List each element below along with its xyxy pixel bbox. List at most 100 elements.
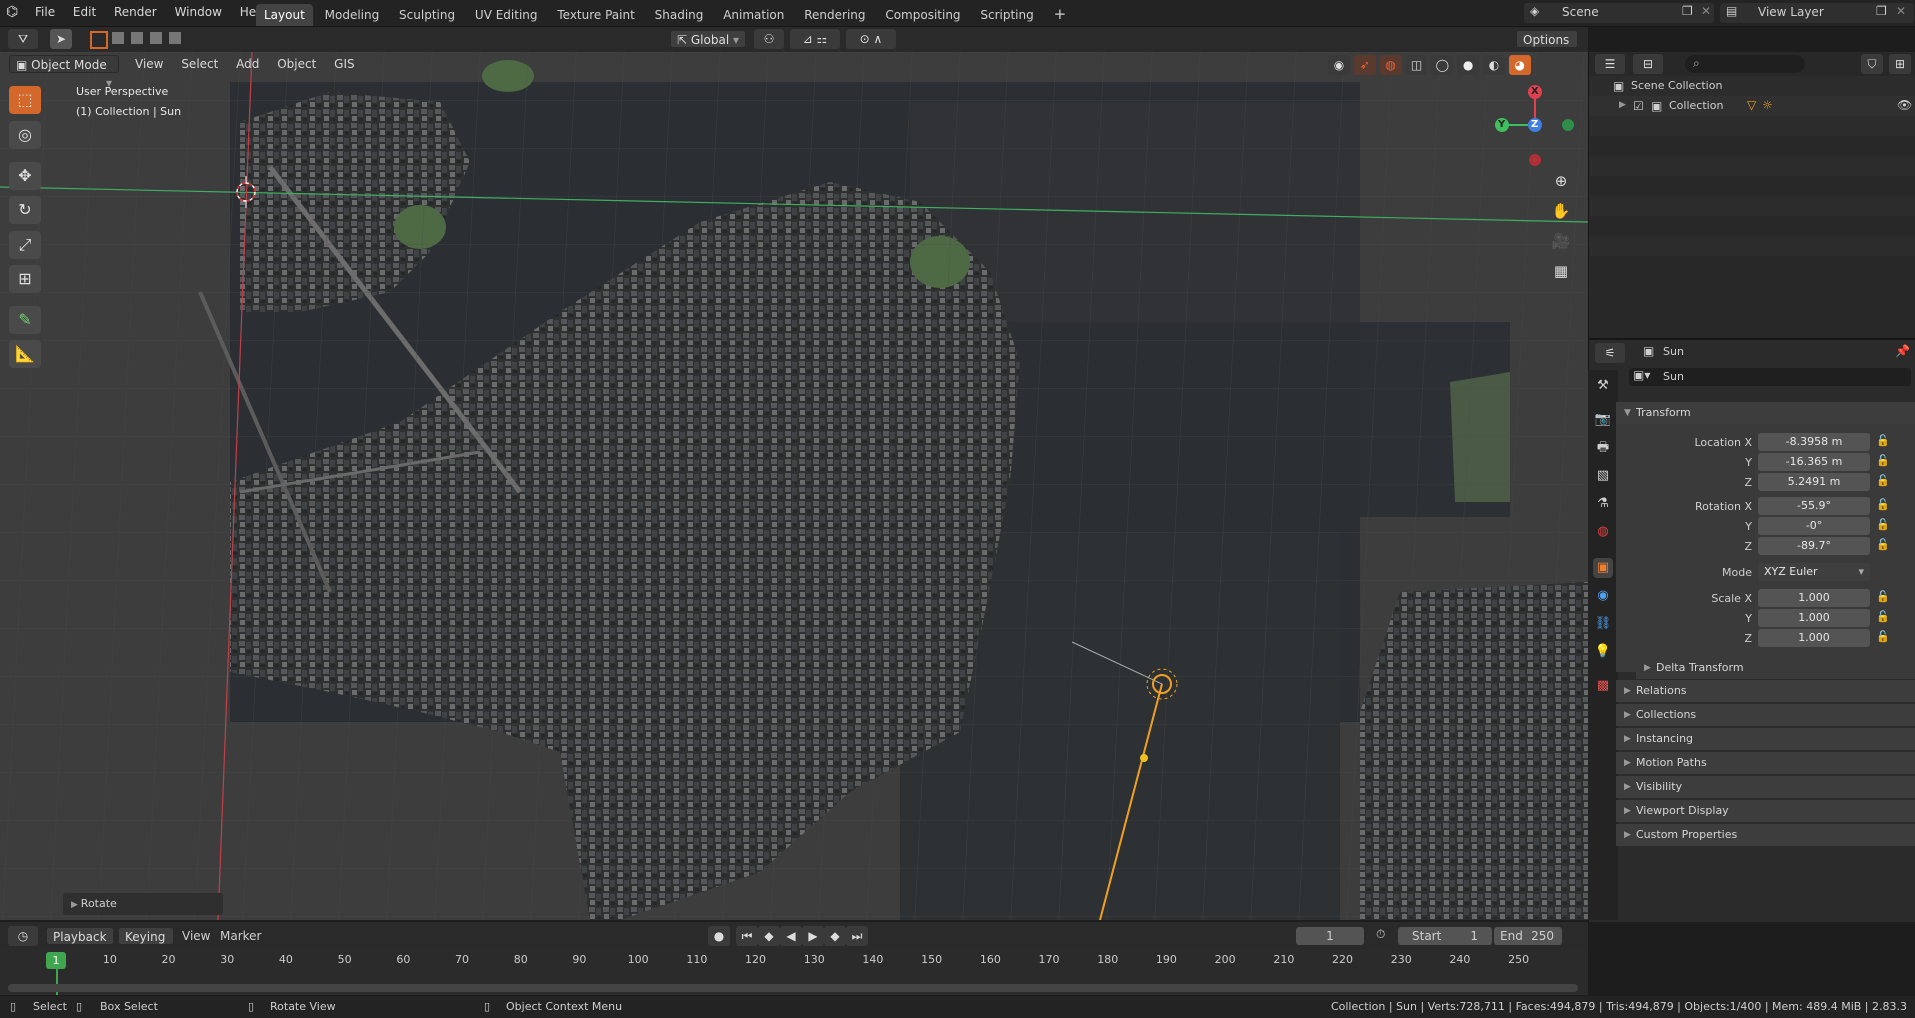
lock-icon[interactable]: 🔓 xyxy=(1876,610,1890,623)
jump-start-icon[interactable]: ⏮ xyxy=(736,926,758,946)
menu-marker[interactable]: Marker xyxy=(220,929,261,943)
keying-dropdown[interactable]: Keying ▾ xyxy=(118,927,174,962)
3d-viewport[interactable]: ▣ Object Mode ▾ View Select Add Object GI… xyxy=(0,52,1588,920)
lock-icon[interactable]: 🔓 xyxy=(1876,630,1890,643)
next-keyframe-icon[interactable]: ◆ xyxy=(824,926,846,946)
lock-icon[interactable]: 🔓 xyxy=(1876,434,1890,447)
playhead[interactable]: 1 xyxy=(46,952,66,969)
location-z-field[interactable]: 5.2491 m xyxy=(1758,473,1870,491)
delta-transform-panel[interactable]: ▶ Delta Transform xyxy=(1636,657,1915,679)
gizmo-icon[interactable]: ➶ xyxy=(1353,55,1376,75)
expand-arrow-icon[interactable]: ▶ xyxy=(1619,100,1626,110)
lock-icon[interactable]: 🔓 xyxy=(1876,498,1890,511)
menu-gis[interactable]: GIS xyxy=(327,55,361,73)
view-layer-selector[interactable]: ▤ View Layer ❐ ✕ xyxy=(1720,3,1914,23)
snapping-icon[interactable]: ⊿ ⚏ xyxy=(790,29,840,49)
start-frame-field[interactable]: Start 1 xyxy=(1398,927,1492,945)
copy-view-layer-icon[interactable]: ❐ xyxy=(1876,4,1887,18)
clock-icon[interactable]: ⏱ xyxy=(1376,927,1385,942)
location-y-field[interactable]: -16.365 m xyxy=(1758,453,1870,471)
tab-sculpting[interactable]: Sculpting xyxy=(391,4,463,26)
editor-type-icon[interactable]: ⛛ xyxy=(8,29,38,49)
current-frame-field[interactable]: 1 xyxy=(1296,927,1364,945)
frame-ruler[interactable]: 10 20 30 40 50 60 70 80 90 100 110 120 130 140 150 160 1… xyxy=(0,950,1588,970)
list-item[interactable]: ▶ ☑ ▣ Collection ▽ ☼ 👁 xyxy=(1589,96,1915,116)
transform-orientation-dropdown[interactable]: ⇱ Global ▾ xyxy=(670,30,746,48)
play-icon[interactable]: ▶ xyxy=(802,926,824,946)
tab-rendering[interactable]: Rendering xyxy=(796,4,873,26)
menu-file[interactable]: File xyxy=(28,0,62,26)
display-mode-icon[interactable]: ⊟ xyxy=(1633,54,1663,74)
tool-tab-icon[interactable]: ⚒ xyxy=(1593,376,1613,396)
menu-edit[interactable]: Edit xyxy=(66,0,103,26)
rotate-tool-icon[interactable]: ↻ xyxy=(9,196,41,224)
menu-timeline-view[interactable]: View xyxy=(182,929,210,943)
rotation-z-field[interactable]: -89.7° xyxy=(1758,537,1870,555)
end-frame-field[interactable]: End 250 xyxy=(1494,927,1562,945)
lock-icon[interactable]: 🔓 xyxy=(1876,590,1890,603)
pan-hand-icon[interactable]: ✋ xyxy=(1548,198,1574,224)
timeline-scrollbar[interactable] xyxy=(8,984,1578,992)
timeline[interactable]: 10 20 30 40 50 60 70 80 90 100 110 120 130 140 150 160 1… xyxy=(0,950,1588,995)
select-box-tool-icon[interactable]: ⬚ xyxy=(9,86,41,114)
select-mode-subtract-icon[interactable] xyxy=(131,32,143,44)
cursor-tool-icon[interactable]: ◎ xyxy=(9,121,41,149)
scale-z-field[interactable]: 1.000 xyxy=(1758,629,1870,647)
zoom-icon[interactable]: ⊕ xyxy=(1548,168,1574,194)
tab-layout[interactable]: Layout xyxy=(256,4,313,26)
instancing-panel[interactable]: ▶ Instancing xyxy=(1616,728,1915,750)
tab-compositing[interactable]: Compositing xyxy=(877,4,968,26)
mode-dropdown[interactable]: ▣ Object Mode ▾ xyxy=(9,55,119,90)
texture-tab-icon[interactable]: ▩ xyxy=(1593,676,1613,696)
render-tab-icon[interactable]: 📷 xyxy=(1593,410,1613,430)
playback-dropdown[interactable]: Playback ▾ xyxy=(46,927,114,962)
options-dropdown[interactable]: Options ▾ xyxy=(1516,30,1578,65)
pivot-point-icon[interactable]: ⚇ xyxy=(754,29,784,49)
prev-keyframe-icon[interactable]: ◆ xyxy=(758,926,780,946)
motion-paths-panel[interactable]: ▶ Motion Paths xyxy=(1616,752,1915,774)
record-icon[interactable]: ● xyxy=(708,926,730,946)
menu-select[interactable]: Select xyxy=(174,55,225,73)
annotate-tool-icon[interactable]: ✎ xyxy=(9,306,41,334)
transform-tool-icon[interactable]: ⊞ xyxy=(9,265,41,293)
xray-icon[interactable]: ◫ xyxy=(1405,55,1428,75)
scale-y-field[interactable]: 1.000 xyxy=(1758,609,1870,627)
custom-properties-panel[interactable]: ▶ Custom Properties xyxy=(1616,824,1915,846)
last-operator-panel[interactable]: ▶ Rotate xyxy=(63,893,223,915)
lock-icon[interactable]: 🔓 xyxy=(1876,454,1890,467)
viewport-display-panel[interactable]: ▶ Viewport Display xyxy=(1616,800,1915,822)
timeline-editor-icon[interactable]: ◷ xyxy=(8,926,38,946)
rotation-x-field[interactable]: -55.9° xyxy=(1758,497,1870,515)
lock-icon[interactable]: 🔓 xyxy=(1876,538,1890,551)
solid-shading-icon[interactable]: ● xyxy=(1457,55,1480,75)
properties-editor-icon[interactable]: ⚟ xyxy=(1595,343,1625,363)
lock-icon[interactable]: 🔓 xyxy=(1876,474,1890,487)
object-name-field[interactable]: ▣▾ Sun xyxy=(1629,368,1911,386)
light-data-tab-icon[interactable]: 💡 xyxy=(1593,642,1613,662)
rotation-y-field[interactable]: -0° xyxy=(1758,517,1870,535)
select-cursor-icon[interactable]: ➤ xyxy=(50,29,72,49)
location-x-field[interactable]: -8.3958 m xyxy=(1758,433,1870,451)
scene-selector[interactable]: ◈ Scene ❐ ✕ xyxy=(1524,3,1714,23)
overlays-icon[interactable]: ◍ xyxy=(1379,55,1402,75)
select-mode-extend-icon[interactable] xyxy=(112,32,124,44)
scale-tool-icon[interactable]: ⤢ xyxy=(9,231,41,259)
menu-view[interactable]: View xyxy=(128,55,170,73)
wireframe-shading-icon[interactable]: ◯ xyxy=(1431,55,1454,75)
new-collection-icon[interactable]: ⊞ xyxy=(1889,54,1911,74)
tab-animation[interactable]: Animation xyxy=(715,4,792,26)
tab-modeling[interactable]: Modeling xyxy=(317,4,388,26)
material-shading-icon[interactable]: ◐ xyxy=(1482,55,1505,75)
menu-window[interactable]: Window xyxy=(168,0,229,26)
measure-tool-icon[interactable]: 📐 xyxy=(9,340,41,368)
menu-object[interactable]: Object xyxy=(270,55,323,73)
eye-icon[interactable]: 👁 xyxy=(1897,98,1912,112)
filter-icon[interactable]: ⛉ xyxy=(1861,54,1883,74)
menu-render[interactable]: Render xyxy=(107,0,164,26)
lock-icon[interactable]: 🔓 xyxy=(1876,518,1890,531)
play-reverse-icon[interactable]: ◀ xyxy=(780,926,802,946)
rotation-mode-dropdown[interactable]: XYZ Euler ▾ xyxy=(1758,563,1870,581)
collections-panel[interactable]: ▶ Collections xyxy=(1616,704,1915,726)
menu-add[interactable]: Add xyxy=(229,55,266,73)
blender-logo-icon[interactable]: ⌬ xyxy=(6,4,18,20)
